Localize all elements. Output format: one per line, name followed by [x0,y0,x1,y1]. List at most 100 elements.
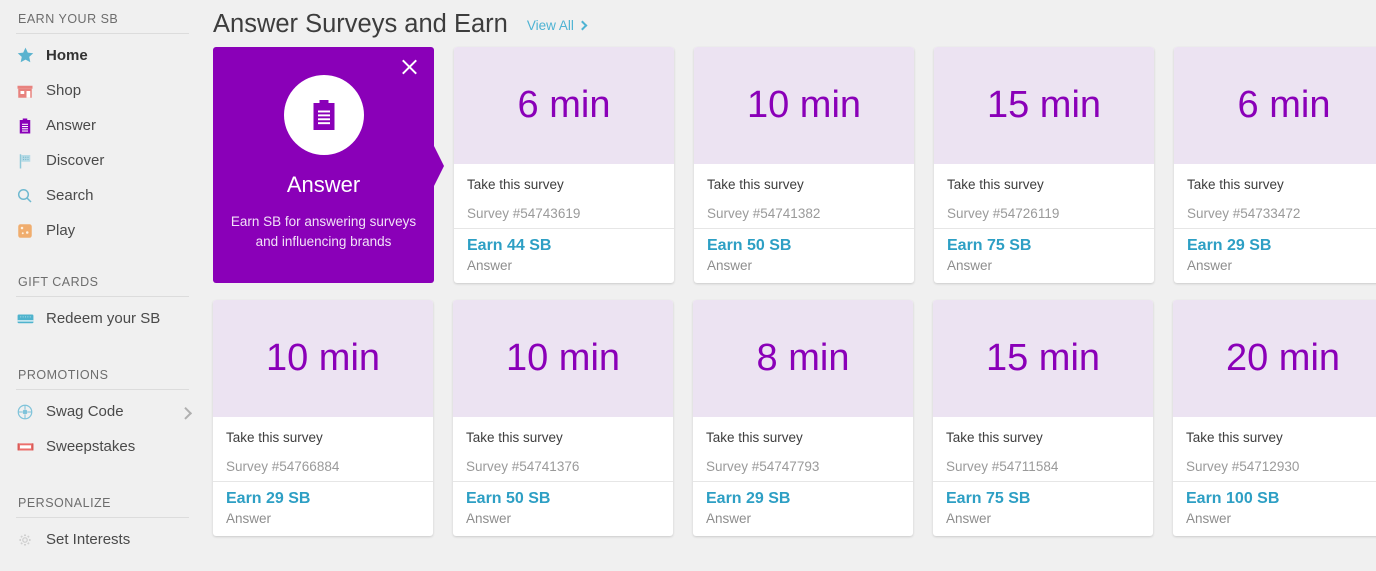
survey-action-label: Answer [226,511,272,526]
survey-card[interactable]: 10 min Take this survey Survey #54766884… [213,300,433,536]
survey-card-header: 10 min [694,47,914,164]
sidebar-item-search[interactable]: Search [16,178,189,213]
survey-id: Survey #54743619 [467,206,581,221]
survey-card-footer[interactable]: Earn 44 SB Answer [454,228,674,283]
survey-card-header: 10 min [453,300,673,417]
sidebar-item-redeem[interactable]: Redeem your SB [16,301,189,336]
survey-card[interactable]: 15 min Take this survey Survey #54726119… [934,47,1154,283]
giftcard-icon [16,309,46,328]
survey-id: Survey #54741382 [707,206,821,221]
survey-card-header: 6 min [1174,47,1376,164]
gear-icon [16,531,46,549]
sidebar-group-promotions: PROMOTIONS Swag Code Sweepstakes [0,368,205,464]
chevron-right-icon [577,20,588,31]
survey-earn-amount: Earn 29 SB [226,490,311,507]
sidebar-item-label: Redeem your SB [46,310,161,327]
survey-card-footer[interactable]: Earn 50 SB Answer [694,228,914,283]
sidebar-item-swag-code[interactable]: Swag Code [16,394,193,429]
survey-card[interactable]: 8 min Take this survey Survey #54747793 … [693,300,913,536]
survey-duration: 6 min [1237,84,1331,126]
promo-badge [283,75,364,155]
survey-earn-amount: Earn 75 SB [947,237,1032,254]
sidebar-item-set-interests[interactable]: Set Interests [16,522,189,557]
survey-card[interactable]: 6 min Take this survey Survey #54733472 … [1174,47,1376,283]
dice-icon [16,222,46,240]
survey-card[interactable]: 15 min Take this survey Survey #54711584… [933,300,1153,536]
sidebar-group-title: PROMOTIONS [18,368,109,382]
flag-icon [16,152,46,170]
survey-row-2: 10 min Take this survey Survey #54766884… [213,300,1376,536]
close-icon[interactable] [398,56,420,78]
survey-duration: 10 min [505,337,621,379]
sidebar-group-title: EARN YOUR SB [18,12,119,26]
chevron-right-icon[interactable] [179,406,193,420]
survey-card-footer[interactable]: Earn 75 SB Answer [933,481,1153,536]
survey-card-footer[interactable]: Earn 29 SB Answer [213,481,433,536]
sidebar-item-label: Shop [46,82,82,99]
swagcode-icon [16,403,46,421]
survey-card[interactable]: 10 min Take this survey Survey #54741376… [453,300,673,536]
survey-action-label: Answer [1186,511,1232,526]
survey-duration: 8 min [756,337,850,379]
survey-id: Survey #54733472 [1187,206,1301,221]
survey-card-header: 10 min [213,300,433,417]
survey-duration: 15 min [986,84,1102,126]
survey-id: Survey #54766884 [226,459,340,474]
survey-id: Survey #54741376 [466,459,580,474]
survey-card-header: 15 min [933,300,1153,417]
sidebar-item-discover[interactable]: Discover [16,143,189,178]
survey-action-label: Answer [467,258,513,273]
sidebar-group-title: GIFT CARDS [18,275,99,289]
survey-card-footer[interactable]: Earn 100 SB Answer [1173,481,1376,536]
page-title: Answer Surveys and Earn [213,10,508,38]
survey-card[interactable]: 20 min Take this survey Survey #54712930… [1173,300,1376,536]
survey-take-label: Take this survey [226,430,323,445]
survey-card-footer[interactable]: Earn 29 SB Answer [1174,228,1376,283]
promo-card-answer[interactable]: Answer Earn SB for answering surveys and… [213,47,444,283]
survey-action-label: Answer [706,511,752,526]
sidebar: EARN YOUR SB Home Shop Answer Discover S… [0,0,205,571]
sidebar-item-play[interactable]: Play [16,213,189,248]
sidebar-item-answer[interactable]: Answer [16,108,189,143]
sidebar-group-earn: EARN YOUR SB Home Shop Answer Discover S… [0,0,205,248]
sidebar-item-shop[interactable]: Shop [16,73,189,108]
survey-card[interactable]: 6 min Take this survey Survey #54743619 … [454,47,674,283]
sidebar-item-home[interactable]: Home [16,38,189,73]
view-all-label: View All [526,18,574,33]
sidebar-item-label: Set Interests [46,531,131,548]
star-icon [16,46,46,65]
view-all-link[interactable]: View All [526,18,588,33]
survey-card-header: 20 min [1173,300,1376,417]
survey-card-footer[interactable]: Earn 29 SB Answer [693,481,913,536]
survey-card-body: Take this survey Survey #54741382 [694,164,914,228]
survey-earn-amount: Earn 75 SB [946,490,1031,507]
survey-take-label: Take this survey [947,177,1044,192]
survey-duration: 6 min [517,84,611,126]
ticket-icon [16,437,46,456]
sidebar-item-label: Swag Code [46,403,124,420]
divider [16,33,189,34]
survey-card-body: Take this survey Survey #54743619 [454,164,674,228]
app-root: EARN YOUR SB Home Shop Answer Discover S… [0,0,1376,571]
survey-take-label: Take this survey [706,430,803,445]
survey-card-footer[interactable]: Earn 75 SB Answer [934,228,1154,283]
sidebar-item-sweepstakes[interactable]: Sweepstakes [16,429,189,464]
survey-take-label: Take this survey [1186,430,1283,445]
survey-grid: Answer Earn SB for answering surveys and… [213,47,1376,536]
survey-card[interactable]: 10 min Take this survey Survey #54741382… [694,47,914,283]
survey-id: Survey #54747793 [706,459,820,474]
survey-earn-amount: Earn 100 SB [1186,490,1280,507]
sidebar-item-label: Home [46,47,88,64]
survey-duration: 15 min [985,337,1101,379]
divider [16,389,189,390]
survey-earn-amount: Earn 50 SB [707,237,792,254]
survey-take-label: Take this survey [946,430,1043,445]
survey-card-body: Take this survey Survey #54711584 [933,417,1153,481]
survey-earn-amount: Earn 29 SB [1187,237,1272,254]
survey-duration: 10 min [746,84,862,126]
survey-earn-amount: Earn 50 SB [466,490,551,507]
magnifier-icon [16,187,46,205]
survey-row-1: Answer Earn SB for answering surveys and… [213,47,1376,283]
survey-duration: 20 min [1225,337,1341,379]
survey-card-footer[interactable]: Earn 50 SB Answer [453,481,673,536]
